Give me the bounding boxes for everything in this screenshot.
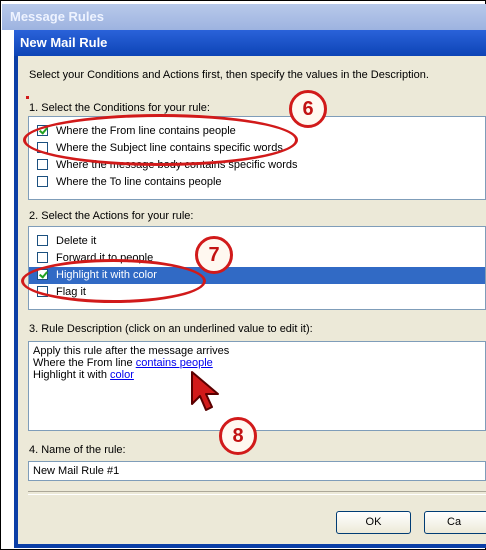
action-delete-checkbox[interactable] [37, 235, 48, 246]
rule-name-label: 4. Name of the rule: [29, 444, 126, 456]
cancel-button[interactable]: Ca [424, 511, 486, 534]
cursor-arrow-icon [191, 371, 219, 411]
callout-ellipse-step7 [21, 259, 206, 303]
conditions-label: 1. Select the Conditions for your rule: [29, 102, 210, 114]
step-6-badge: 6 [289, 90, 327, 128]
dialog-titlebar: New Mail Rule [14, 30, 486, 56]
callout-ellipse-step6 [23, 114, 298, 166]
color-link[interactable]: color [110, 369, 134, 381]
condition-to-line[interactable]: Where the To line contains people [29, 174, 485, 191]
condition-to-line-checkbox[interactable] [37, 176, 48, 187]
message-rules-titlebar: Message Rules [2, 4, 486, 30]
description-label: 3. Rule Description (click on an underli… [29, 323, 313, 335]
separator [28, 491, 486, 495]
rule-description-box: Apply this rule after the message arrive… [28, 341, 486, 431]
annotation-dot [26, 96, 29, 99]
action-label: Delete it [56, 235, 97, 247]
description-line-3: Highlight it with color [33, 369, 481, 381]
actions-label: 2. Select the Actions for your rule: [29, 210, 194, 222]
description-line-2: Where the From line contains people [33, 357, 481, 369]
step-8-badge: 8 [219, 417, 257, 455]
description-text: Highlight it with [33, 369, 111, 381]
contains-people-link[interactable]: contains people [136, 357, 213, 369]
condition-message-body-checkbox[interactable] [37, 159, 48, 170]
action-forward-checkbox[interactable] [37, 252, 48, 263]
description-text: Where the From line [33, 357, 136, 369]
dialog-title: New Mail Rule [20, 35, 108, 50]
message-rules-title: Message Rules [10, 9, 104, 24]
rule-name-input[interactable] [28, 461, 486, 481]
action-delete[interactable]: Delete it [29, 233, 485, 250]
instruction-text: Select your Conditions and Actions first… [29, 69, 429, 81]
step-7-badge: 7 [195, 236, 233, 274]
description-line-1: Apply this rule after the message arrive… [33, 345, 230, 357]
ok-button[interactable]: OK [336, 511, 411, 534]
condition-label: Where the To line contains people [56, 176, 222, 188]
